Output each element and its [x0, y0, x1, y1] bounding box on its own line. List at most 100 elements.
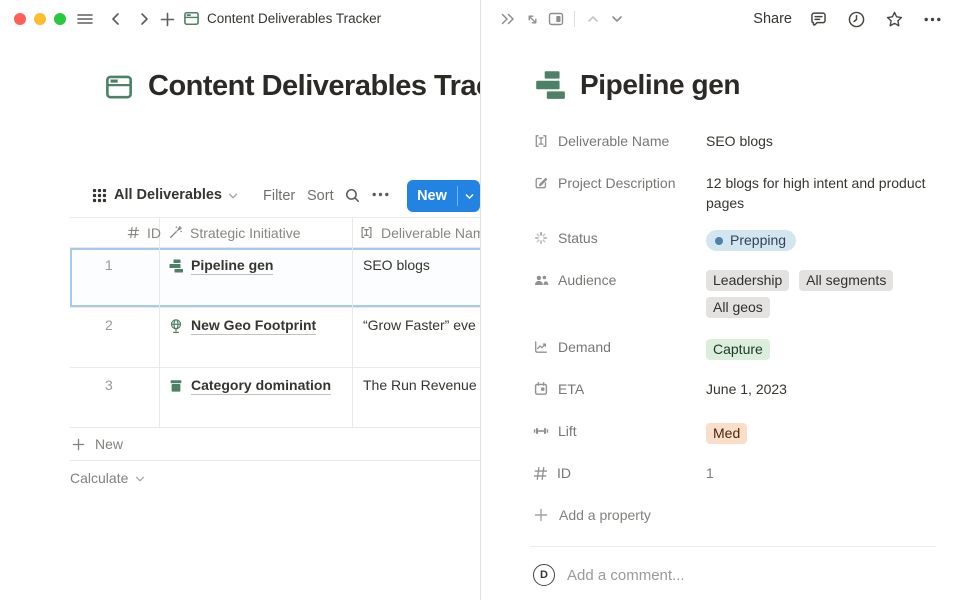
audience-tag[interactable]: Leadership: [706, 270, 789, 291]
plus-icon: [71, 437, 86, 452]
page-link[interactable]: Pipeline gen: [191, 257, 273, 275]
property-row-demand: Demand Capture: [533, 330, 936, 364]
property-list: Deliverable Name SEO blogs Project Descr…: [533, 124, 936, 532]
property-label[interactable]: Audience: [533, 263, 706, 297]
next-record-icon[interactable]: [605, 7, 629, 31]
property-label[interactable]: Demand: [533, 330, 706, 364]
chevron-down-icon: [464, 191, 475, 202]
view-name: All Deliverables: [114, 187, 222, 203]
traffic-lights[interactable]: [14, 13, 66, 25]
property-row-project-description: Project Description 12 blogs for high in…: [533, 166, 936, 213]
ledger-icon: [168, 377, 184, 394]
table-view-icon: [92, 188, 107, 203]
chevron-down-icon: [134, 473, 146, 485]
new-record-dropdown[interactable]: [458, 180, 480, 212]
property-row-id: ID 1: [533, 456, 936, 490]
peek-toolbar: Share: [481, 0, 960, 38]
cell-strategic-initiative[interactable]: Category domination: [160, 368, 353, 427]
minimize-window-button[interactable]: [34, 13, 46, 25]
comment-input[interactable]: Add a comment...: [567, 567, 685, 584]
lift-tag[interactable]: Med: [706, 423, 747, 444]
section-divider: [531, 546, 936, 547]
property-value[interactable]: Prepping: [706, 221, 936, 251]
property-row-lift: Lift Med: [533, 414, 936, 448]
updates-clock-icon[interactable]: [844, 7, 868, 31]
status-pill[interactable]: Prepping: [706, 230, 796, 251]
comment-composer[interactable]: D Add a comment...: [533, 564, 936, 586]
plus-icon: [533, 507, 549, 523]
search-icon[interactable]: [344, 187, 361, 204]
toolbar-divider: [574, 11, 575, 27]
cell-strategic-initiative[interactable]: Pipeline gen: [160, 248, 353, 307]
people-icon: [533, 272, 549, 288]
column-header-id[interactable]: ID: [70, 218, 160, 247]
hamburger-menu-icon[interactable]: [76, 10, 94, 28]
cell-id[interactable]: 3: [70, 368, 160, 427]
property-row-audience: Audience Leadership All segments All geo…: [533, 263, 936, 322]
chart-icon: [533, 339, 549, 355]
zoom-window-button[interactable]: [54, 13, 66, 25]
cell-strategic-initiative[interactable]: New Geo Footprint: [160, 308, 353, 367]
filter-button[interactable]: Filter: [263, 188, 295, 204]
column-header-strategic-initiative[interactable]: Strategic Initiative: [160, 218, 353, 247]
notion-app: Content Deliverables Tracker Content Del…: [0, 0, 960, 600]
open-in-side-peek-icon[interactable]: [544, 7, 568, 31]
dumbbell-icon: [533, 423, 549, 439]
close-window-button[interactable]: [14, 13, 26, 25]
property-value[interactable]: Capture: [706, 330, 936, 364]
expand-page-icon[interactable]: [520, 7, 544, 31]
status-icon: [533, 230, 549, 246]
titlebar-page-title: Content Deliverables Tracker: [207, 11, 381, 26]
property-row-eta: ETA June 1, 2023: [533, 372, 936, 406]
property-value[interactable]: 12 blogs for high intent and product pag…: [706, 166, 926, 213]
side-peek-panel: Share Pipeline gen: [480, 0, 960, 600]
calendar-icon: [533, 381, 549, 397]
comments-icon[interactable]: [806, 7, 830, 31]
view-selector[interactable]: All Deliverables: [114, 187, 239, 203]
audience-tag[interactable]: All segments: [799, 270, 893, 291]
page-title-row: Content Deliverables Tracker: [104, 70, 534, 103]
back-button[interactable]: [108, 11, 124, 27]
cell-id[interactable]: 2: [70, 308, 160, 367]
new-tab-button[interactable]: [159, 11, 176, 28]
pipeline-icon: [533, 68, 567, 102]
add-property-button[interactable]: Add a property: [533, 498, 936, 532]
window-titlebar: Content Deliverables Tracker: [0, 0, 480, 38]
property-row-status: Status Prepping: [533, 221, 936, 255]
previous-record-icon[interactable]: [581, 7, 605, 31]
property-label[interactable]: Lift: [533, 414, 706, 448]
property-label[interactable]: Project Description: [533, 166, 706, 200]
cell-id[interactable]: 1: [70, 248, 160, 307]
forward-button[interactable]: [136, 11, 152, 27]
property-value[interactable]: June 1, 2023: [706, 372, 936, 399]
record-title[interactable]: Pipeline gen: [580, 69, 740, 101]
database-icon: [183, 10, 200, 27]
property-value[interactable]: Med: [706, 414, 936, 448]
property-label[interactable]: Status: [533, 221, 706, 255]
more-options-icon[interactable]: [920, 7, 944, 31]
globe-icon: [168, 317, 184, 334]
view-toolbar: All Deliverables Filter Sort New: [0, 179, 480, 213]
share-button[interactable]: Share: [753, 11, 792, 27]
new-record-button-group: New: [407, 180, 480, 212]
pipeline-icon: [168, 257, 184, 274]
audience-tag[interactable]: All geos: [706, 297, 770, 318]
page-link[interactable]: New Geo Footprint: [191, 317, 316, 335]
property-value[interactable]: 1: [706, 456, 936, 483]
more-options-icon[interactable]: [372, 192, 389, 197]
close-peek-icon[interactable]: [496, 7, 520, 31]
edit-icon: [533, 175, 549, 191]
demand-tag[interactable]: Capture: [706, 339, 770, 360]
record-title-row: Pipeline gen: [533, 68, 936, 102]
sort-button[interactable]: Sort: [307, 188, 334, 204]
page-title[interactable]: Content Deliverables Tracker: [148, 70, 534, 103]
favorite-star-icon[interactable]: [882, 7, 906, 31]
page-link[interactable]: Category domination: [191, 377, 331, 395]
property-label[interactable]: Deliverable Name: [533, 124, 706, 158]
new-record-button[interactable]: New: [407, 180, 457, 212]
property-value[interactable]: Leadership All segments All geos: [706, 263, 936, 322]
property-label[interactable]: ETA: [533, 372, 706, 406]
wand-icon: [168, 225, 183, 240]
property-label[interactable]: ID: [533, 456, 706, 490]
property-value[interactable]: SEO blogs: [706, 124, 936, 151]
